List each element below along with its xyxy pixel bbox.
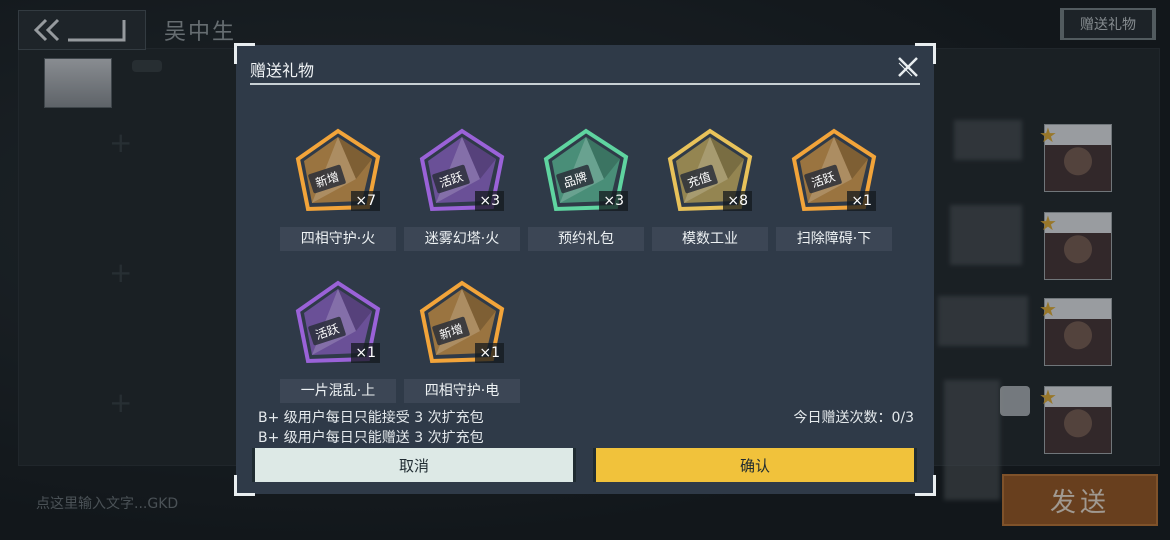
gift-count: ×7: [351, 191, 380, 211]
confirm-button[interactable]: 确认: [593, 448, 917, 482]
divider: [250, 83, 920, 85]
gift-item[interactable]: 充值 ×8 模数工业: [652, 127, 768, 257]
gift-item[interactable]: 品牌 ×3 预约礼包: [528, 127, 644, 257]
gift-count: ×8: [723, 191, 752, 211]
gift-label: 预约礼包: [528, 227, 644, 251]
gift-label: 四相守护·火: [280, 227, 396, 251]
rule-text: B+ 级用户每日只能接受 3 次扩充包: [258, 410, 484, 426]
gift-item[interactable]: 活跃 ×1 扫除障碍·下: [776, 127, 892, 257]
gift-count: ×3: [475, 191, 504, 211]
gift-label: 一片混乱·上: [280, 379, 396, 403]
gift-item[interactable]: 活跃 ×1 一片混乱·上: [280, 279, 396, 409]
daily-send-count: 今日赠送次数：0/3: [793, 410, 914, 426]
gift-item[interactable]: 新增 ×7 四相守护·火: [280, 127, 396, 257]
gift-dialog: 赠送礼物 新增 ×7 四相守护·火 活跃 ×3 迷雾幻塔·火 品牌 ×3 预约礼包 充值 ×8 模数工…: [234, 43, 936, 496]
close-icon[interactable]: [896, 55, 920, 79]
cancel-button[interactable]: 取消: [252, 448, 576, 482]
dialog-title: 赠送礼物: [250, 61, 315, 80]
rule-text: B+ 级用户每日只能赠送 3 次扩充包: [258, 430, 484, 446]
gift-label: 迷雾幻塔·火: [404, 227, 520, 251]
corner-bracket: [915, 475, 936, 496]
gift-item[interactable]: 活跃 ×3 迷雾幻塔·火: [404, 127, 520, 257]
gift-label: 四相守护·电: [404, 379, 520, 403]
gift-label: 扫除障碍·下: [776, 227, 892, 251]
gift-count: ×1: [847, 191, 876, 211]
gift-count: ×3: [599, 191, 628, 211]
gift-label: 模数工业: [652, 227, 768, 251]
gift-item[interactable]: 新增 ×1 四相守护·电: [404, 279, 520, 409]
gift-count: ×1: [351, 343, 380, 363]
gift-count: ×1: [475, 343, 504, 363]
